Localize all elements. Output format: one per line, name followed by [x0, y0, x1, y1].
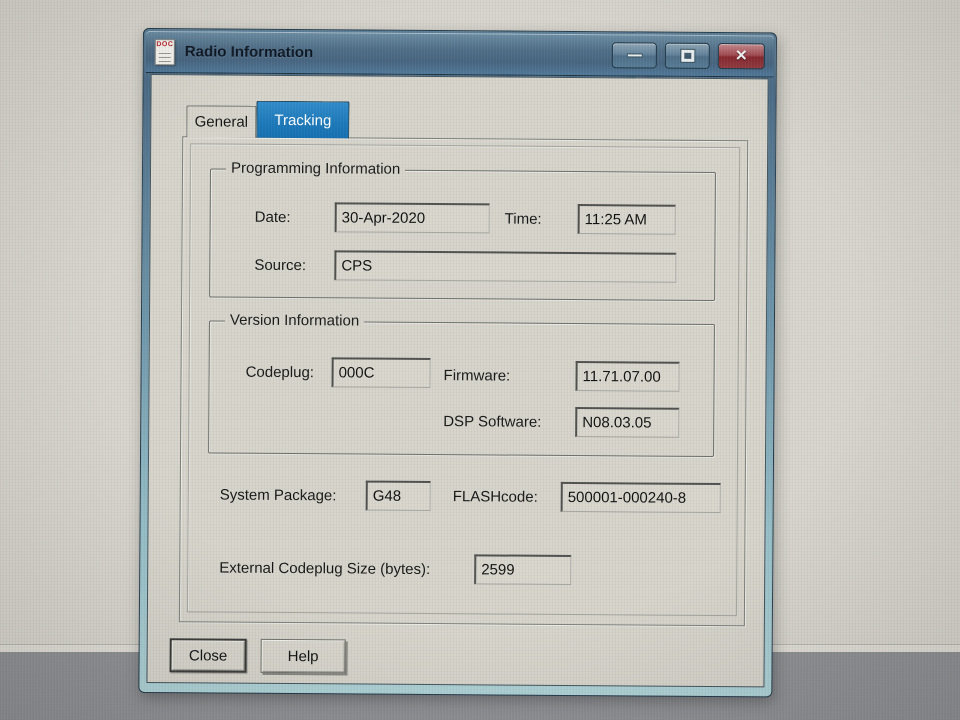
- source-field[interactable]: CPS: [334, 250, 677, 283]
- system-package-label: System Package:: [219, 486, 337, 505]
- window-title: Radio Information: [184, 43, 314, 62]
- tab-general-label: General: [194, 113, 249, 131]
- titlebar[interactable]: DOC Radio Information ✕: [145, 31, 774, 78]
- codeplug-label: Codeplug:: [245, 363, 315, 382]
- codeplug-field[interactable]: 000C: [331, 357, 431, 389]
- tab-tracking-label: Tracking: [274, 111, 332, 129]
- close-window-button[interactable]: ✕: [717, 42, 765, 69]
- tab-general[interactable]: General: [186, 105, 257, 138]
- dsp-software-label: DSP Software:: [443, 413, 542, 431]
- system-package-field[interactable]: G48: [365, 480, 431, 512]
- close-button-label: Close: [188, 646, 228, 665]
- date-field[interactable]: 30-Apr-2020: [334, 202, 490, 234]
- minimize-button[interactable]: [611, 41, 657, 69]
- external-codeplug-size-field[interactable]: 2599: [474, 554, 572, 586]
- maximize-button[interactable]: [664, 42, 710, 69]
- dsp-software-field[interactable]: N08.03.05: [575, 407, 680, 438]
- firmware-field[interactable]: 11.71.07.00: [575, 361, 680, 392]
- external-codeplug-size-label: External Codeplug Size (bytes):: [219, 559, 431, 579]
- tab-tracking[interactable]: Tracking: [256, 100, 350, 139]
- firmware-label: Firmware:: [443, 367, 511, 385]
- document-icon-label: DOC: [156, 40, 174, 48]
- document-icon-lines: [158, 50, 171, 62]
- dialog-client-area: General Tracking Programming Information…: [146, 74, 769, 688]
- version-information-legend: Version Information: [224, 311, 365, 330]
- document-icon: DOC: [154, 38, 175, 65]
- programming-information-legend: Programming Information: [225, 159, 406, 178]
- close-button[interactable]: Close: [169, 638, 247, 673]
- time-field[interactable]: 11:25 AM: [577, 204, 676, 235]
- flashcode-label: FLASHcode:: [452, 488, 538, 506]
- date-label: Date:: [254, 208, 291, 227]
- close-icon: ✕: [734, 46, 748, 64]
- source-label: Source:: [254, 256, 307, 275]
- flashcode-field[interactable]: 500001-000240-8: [560, 481, 721, 514]
- maximize-icon: [680, 49, 694, 62]
- help-button-label: Help: [287, 647, 319, 665]
- caption-buttons: ✕: [611, 41, 765, 69]
- help-button[interactable]: Help: [260, 638, 346, 674]
- minimize-icon: [626, 52, 643, 57]
- radio-information-window: DOC Radio Information ✕ General Tracking: [138, 28, 777, 698]
- time-label: Time:: [504, 210, 542, 228]
